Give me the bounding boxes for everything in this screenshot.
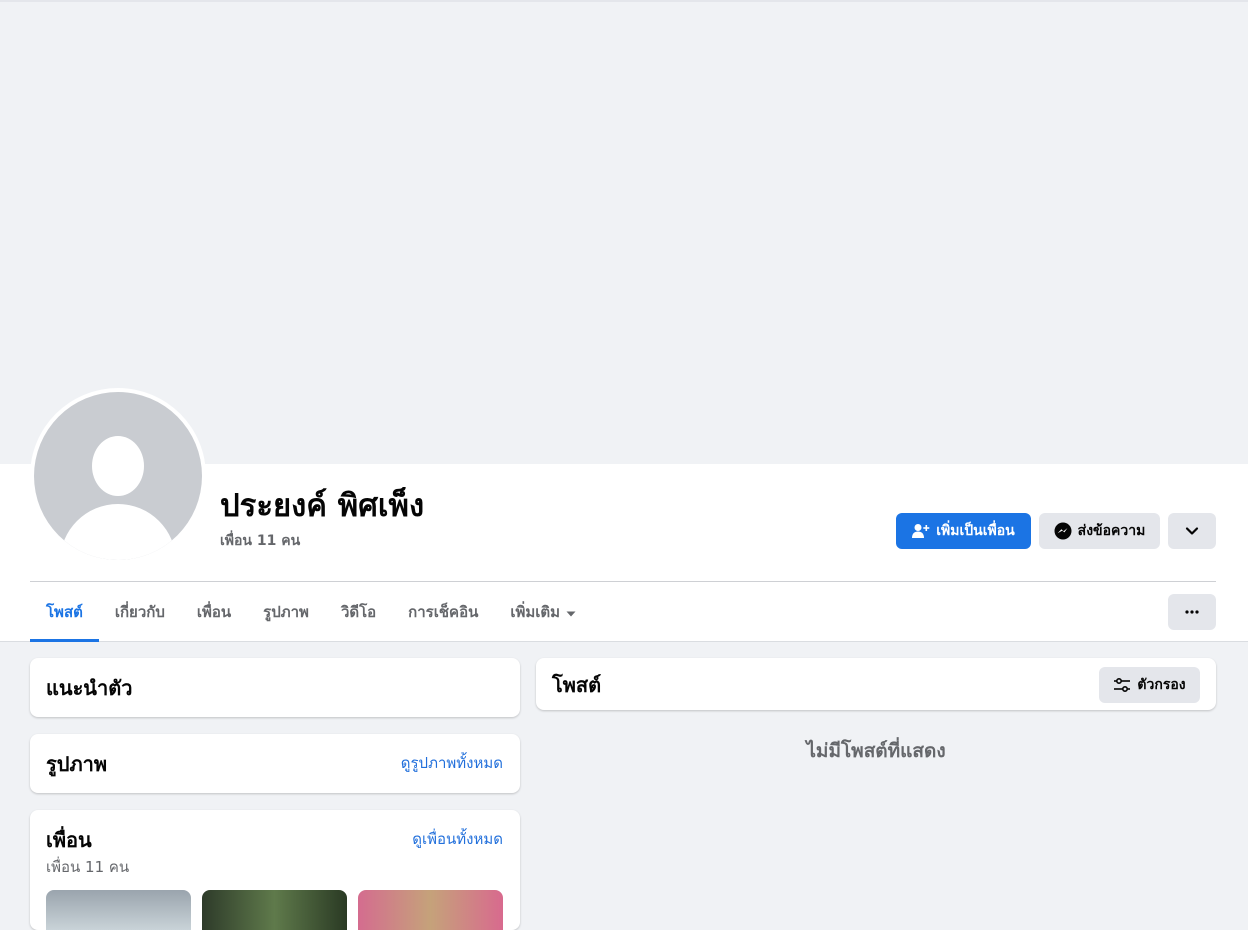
default-avatar-icon <box>34 392 202 560</box>
messenger-icon <box>1054 522 1072 540</box>
more-icon <box>1185 610 1199 614</box>
filter-label: ตัวกรอง <box>1137 677 1186 693</box>
no-posts-message: ไม่มีโพสต์ที่แสดง <box>806 740 946 762</box>
profile-name: ประยงค์ พิศเพ็ง <box>220 488 425 524</box>
friends-title: เพื่อน <box>46 828 92 852</box>
friends-count: เพื่อน 11 คน <box>46 858 130 876</box>
tab-friends[interactable]: เพื่อน <box>181 582 247 642</box>
tab-more-label: เพิ่มเติม <box>510 603 561 621</box>
friend-thumbnail[interactable] <box>202 890 347 930</box>
tab-checkins-label: การเช็คอิน <box>408 603 479 621</box>
intro-card: แนะนำตัว <box>30 658 520 717</box>
tab-videos[interactable]: วิดีโอ <box>325 582 392 642</box>
photos-card: รูปภาพ ดูรูปภาพทั้งหมด <box>30 734 520 793</box>
profile-tabs: โพสต์ เกี่ยวกับ เพื่อน รูปภาพ วิดีโอ การ… <box>30 582 592 642</box>
filter-button[interactable]: ตัวกรอง <box>1099 667 1200 703</box>
tab-about[interactable]: เกี่ยวกับ <box>99 582 181 642</box>
tab-photos[interactable]: รูปภาพ <box>247 582 325 642</box>
tab-more[interactable]: เพิ่มเติม <box>494 582 592 642</box>
tab-about-label: เกี่ยวกับ <box>114 603 165 621</box>
add-friend-button[interactable]: เพิ่มเป็นเพื่อน <box>896 513 1031 549</box>
add-friend-label: เพิ่มเป็นเพื่อน <box>936 523 1015 539</box>
add-friend-icon <box>912 523 930 539</box>
cover-photo <box>0 0 1248 464</box>
friend-thumbnail[interactable] <box>46 890 191 930</box>
see-all-friends-link[interactable]: ดูเพื่อนทั้งหมด <box>412 827 503 851</box>
message-label: ส่งข้อความ <box>1077 523 1146 539</box>
tab-posts[interactable]: โพสต์ <box>30 582 99 642</box>
photos-title: รูปภาพ <box>46 752 108 776</box>
posts-title: โพสต์ <box>552 673 602 697</box>
filter-icon <box>1113 678 1131 692</box>
caret-down-icon <box>566 603 576 621</box>
tab-friends-label: เพื่อน <box>196 603 232 621</box>
profile-options-button[interactable] <box>1168 513 1216 549</box>
posts-card: โพสต์ ตัวกรอง <box>536 658 1216 710</box>
tab-videos-label: วิดีโอ <box>340 603 377 621</box>
chevron-down-icon <box>1185 526 1199 536</box>
friend-thumbnail[interactable] <box>358 890 503 930</box>
see-all-photos-link[interactable]: ดูรูปภาพทั้งหมด <box>401 751 503 775</box>
intro-title: แนะนำตัว <box>46 676 133 700</box>
tab-checkins[interactable]: การเช็คอิน <box>392 582 494 642</box>
tab-photos-label: รูปภาพ <box>263 603 309 621</box>
message-button[interactable]: ส่งข้อความ <box>1039 513 1160 549</box>
profile-picture[interactable] <box>30 388 206 564</box>
friend-count[interactable]: เพื่อน 11 คน <box>220 530 300 552</box>
tabs-more-button[interactable] <box>1168 594 1216 630</box>
tab-posts-label: โพสต์ <box>46 603 83 621</box>
